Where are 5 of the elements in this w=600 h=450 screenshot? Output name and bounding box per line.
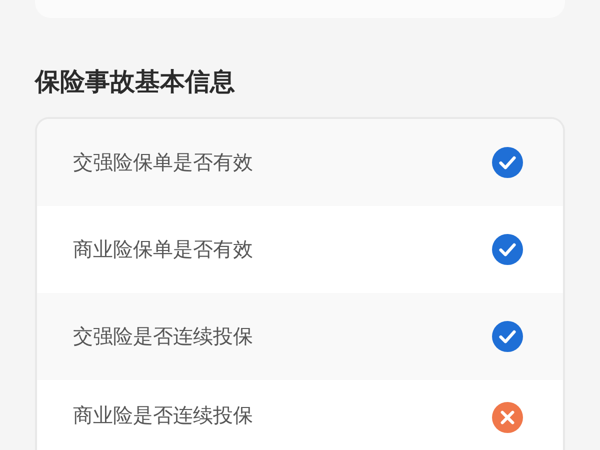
item-label: 交强险保单是否有效 [73,149,253,176]
item-label: 交强险是否连续投保 [73,323,253,350]
item-label: 商业险保单是否有效 [73,236,253,263]
section-title: 保险事故基本信息 [35,66,236,98]
item-label: 商业险是否连续投保 [73,402,253,429]
